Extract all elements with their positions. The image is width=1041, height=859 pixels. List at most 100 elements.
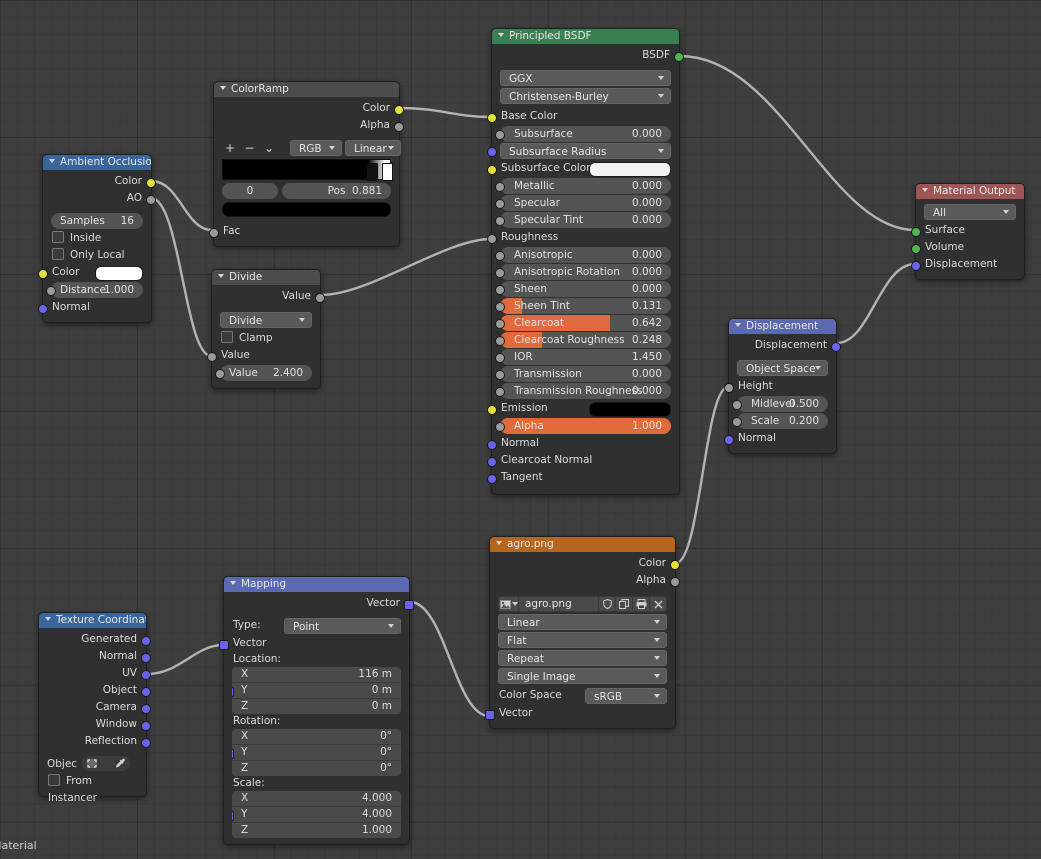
field-sheen[interactable]: Sheen 0.000 [495, 281, 671, 297]
unlink-image-icon[interactable] [649, 597, 666, 611]
socket-height-in[interactable] [724, 382, 734, 393]
select-source[interactable]: Single Image [498, 668, 667, 684]
colorramp-gradient[interactable] [222, 159, 393, 181]
checkbox-clamp[interactable]: Clamp [212, 330, 320, 347]
socket-transmission-in[interactable] [495, 370, 505, 380]
socket-alpha-out[interactable] [670, 576, 680, 587]
collapse-triangle-icon[interactable] [218, 274, 224, 278]
select-subsurface-radius[interactable]: Subsurface Radius [487, 143, 671, 159]
socket-distance-in[interactable] [46, 286, 56, 296]
select-space[interactable]: Object Space [737, 360, 828, 376]
select-type[interactable]: Point [284, 618, 401, 634]
socket-midlevel-in[interactable] [732, 400, 742, 410]
checkbox-icon[interactable] [52, 248, 64, 260]
socket-value1-in[interactable] [207, 351, 217, 362]
socket-displacement-in[interactable] [911, 260, 921, 271]
checkbox-icon[interactable] [52, 231, 64, 243]
field-samples[interactable]: Samples 16 [51, 213, 143, 229]
socket-emission-in[interactable] [487, 404, 497, 415]
socket-anisotropic-in[interactable] [495, 251, 505, 261]
socket-location-in[interactable] [232, 687, 234, 697]
socket-clearcoat-normal-in[interactable] [487, 456, 497, 467]
location-fields[interactable]: X 116 m Y 0 m Z 0 m [232, 667, 401, 714]
stop-color-swatch[interactable] [222, 202, 391, 217]
field-anisotropic[interactable]: Anisotropic 0.000 [495, 247, 671, 263]
socket-metallic-in[interactable] [495, 182, 505, 192]
color-stop-white[interactable] [382, 163, 393, 181]
socket-vector-in[interactable] [485, 709, 495, 720]
field-pos[interactable]: Pos 0.881 [282, 183, 391, 199]
checkbox-from-instancer[interactable]: From Instancer [39, 773, 146, 804]
node-texture-coordinate[interactable]: Texture Coordinate Generated Normal UV O… [38, 612, 151, 804]
checkbox-only-local[interactable]: Only Local [43, 247, 151, 264]
remove-stop-button[interactable]: − [242, 140, 258, 157]
collapse-triangle-icon[interactable] [735, 323, 741, 327]
socket-ior-in[interactable] [495, 353, 505, 363]
collapse-triangle-icon[interactable] [922, 188, 928, 192]
select-projection[interactable]: Flat [498, 632, 667, 648]
select-extension[interactable]: Repeat [498, 650, 667, 666]
colorramp-toolbar[interactable]: + − ⌄ RGB Linear [214, 140, 401, 157]
node-ambient-occlusion[interactable]: Ambient Occlusion Color AO Samples 16 Ins… [38, 154, 156, 323]
socket-displacement-out[interactable] [831, 341, 841, 352]
rotation-y[interactable]: Y 0° [232, 745, 401, 761]
rotation-z[interactable]: Z 0° [232, 761, 401, 776]
socket-normal-out[interactable] [141, 652, 151, 663]
object-field[interactable] [82, 756, 130, 771]
checkbox-icon[interactable] [221, 331, 233, 343]
socket-volume-in[interactable] [911, 243, 921, 254]
socket-bsdf-out[interactable] [674, 51, 684, 62]
input-subsurface-color[interactable]: Subsurface Color [487, 160, 679, 177]
field-midlevel[interactable]: Midlevel 0.500 [732, 396, 828, 412]
socket-color-in[interactable] [38, 268, 48, 279]
socket-scale-in[interactable] [732, 417, 742, 427]
node-header[interactable]: ColorRamp [214, 82, 399, 97]
field-alpha[interactable]: Alpha 1.000 [495, 418, 671, 434]
node-colorramp[interactable]: ColorRamp Color Alpha + − ⌄ RGB Linear 0… [209, 81, 404, 247]
socket-specular-tint-in[interactable] [495, 216, 505, 226]
object-row[interactable]: Objec [39, 754, 146, 773]
color-space-row[interactable]: Color Space sRGB [490, 686, 675, 705]
socket-subsurface-color-in[interactable] [487, 164, 497, 175]
select-subsurface-method[interactable]: Christensen-Burley [500, 88, 671, 104]
type-row[interactable]: Type: Point [224, 616, 409, 635]
socket-normal-in[interactable] [724, 434, 734, 445]
socket-fac-in[interactable] [209, 227, 219, 238]
node-principled-bsdf[interactable]: Principled BSDF BSDF GGX Christensen-Bur… [487, 28, 684, 495]
socket-window-out[interactable] [141, 720, 151, 731]
node-header[interactable]: Displacement [729, 319, 836, 334]
node-displacement[interactable]: Displacement Displacement Object Space H… [724, 318, 841, 454]
select-target[interactable]: All [924, 204, 1016, 220]
socket-clearcoat-roughness-in[interactable] [495, 336, 505, 346]
scale-fields[interactable]: X 4.000 Y 4.000 Z 1.000 [232, 791, 401, 838]
socket-ao-out[interactable] [146, 194, 156, 205]
node-material-output[interactable]: Material Output All Surface Volume Displ… [911, 183, 1025, 280]
image-browse-icon[interactable] [499, 597, 519, 611]
socket-reflection-out[interactable] [141, 737, 151, 748]
socket-rotation-in[interactable] [232, 749, 234, 759]
node-header[interactable]: Material Output [916, 184, 1024, 199]
select-operation[interactable]: Divide [220, 312, 312, 328]
socket-value-out[interactable] [315, 292, 325, 303]
field-anisotropic-rotation[interactable]: Anisotropic Rotation 0.000 [495, 264, 671, 280]
location-x[interactable]: X 116 m [232, 667, 401, 683]
node-divide[interactable]: Divide Value Divide Clamp Value Value 2.4… [207, 269, 325, 389]
socket-subsurface-radius-in[interactable] [487, 147, 497, 157]
scale-y[interactable]: Y 4.000 [232, 807, 401, 823]
chevron-down-icon[interactable]: ⌄ [261, 140, 277, 157]
collapse-triangle-icon[interactable] [220, 86, 226, 90]
node-header[interactable]: Texture Coordinate [39, 613, 146, 628]
checkbox-inside[interactable]: Inside [43, 230, 151, 247]
socket-base-color-in[interactable] [487, 112, 497, 123]
collapse-triangle-icon[interactable] [45, 617, 51, 621]
socket-transmission-roughness-in[interactable] [495, 387, 505, 397]
socket-sheen-tint-in[interactable] [495, 302, 505, 312]
socket-normal-in[interactable] [38, 303, 48, 314]
socket-alpha-in[interactable] [495, 422, 505, 432]
socket-generated-out[interactable] [141, 635, 151, 646]
pack-image-icon[interactable] [632, 597, 649, 611]
field-distance[interactable]: Distance 1.000 [46, 282, 143, 298]
socket-color-out[interactable] [146, 177, 156, 188]
field-subsurface[interactable]: Subsurface 0.000 [495, 126, 671, 142]
socket-scale-in[interactable] [232, 811, 234, 821]
